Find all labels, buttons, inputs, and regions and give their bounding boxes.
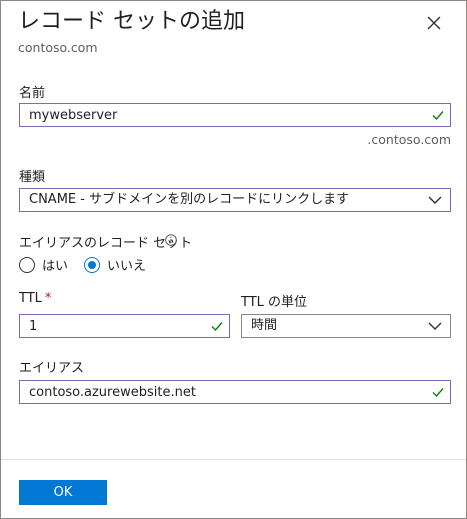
ttl-label-text: TTL bbox=[19, 291, 42, 306]
name-label: 名前 bbox=[19, 86, 46, 101]
name-field-wrapper bbox=[19, 103, 451, 127]
panel-title: レコード セットの追加 bbox=[18, 9, 245, 34]
radio-yes[interactable] bbox=[19, 256, 35, 273]
required-mark: * bbox=[44, 291, 52, 306]
chevron-down-icon bbox=[428, 196, 442, 204]
ok-button[interactable]: OK bbox=[19, 480, 107, 505]
radio-yes-label: はい bbox=[42, 259, 69, 274]
panel-subtitle: contoso.com bbox=[18, 40, 98, 55]
alias-input[interactable] bbox=[20, 381, 450, 403]
ttl-field-wrapper bbox=[19, 314, 230, 338]
type-selected-value: CNAME - サブドメインを別のレコードにリンクします bbox=[29, 192, 350, 207]
radio-no[interactable] bbox=[84, 256, 101, 273]
check-icon bbox=[432, 111, 444, 121]
footer-divider bbox=[1, 459, 466, 460]
type-label: 種類 bbox=[19, 170, 46, 185]
type-dropdown[interactable]: CNAME - サブドメインを別のレコードにリンクします bbox=[19, 188, 451, 212]
ttl-label: TTL * bbox=[19, 291, 51, 306]
ttl-unit-selected-value: 時間 bbox=[251, 318, 278, 333]
info-icon[interactable] bbox=[165, 234, 177, 246]
radio-no-label: いいえ bbox=[107, 259, 147, 274]
ttl-unit-dropdown[interactable]: 時間 bbox=[241, 314, 451, 338]
chevron-down-icon bbox=[428, 322, 442, 330]
close-button[interactable] bbox=[424, 13, 444, 33]
zone-suffix: .contoso.com bbox=[367, 132, 451, 147]
add-record-set-panel: レコード セットの追加 contoso.com 名前 .contoso.com … bbox=[0, 0, 467, 519]
alias-radio-group: はい いいえ bbox=[19, 255, 146, 274]
name-input[interactable] bbox=[20, 104, 450, 126]
radio-option-yes[interactable]: はい bbox=[19, 255, 68, 274]
check-icon bbox=[432, 388, 444, 398]
alias-field-wrapper bbox=[19, 380, 451, 404]
alias-label: エイリアス bbox=[19, 361, 85, 376]
check-icon bbox=[211, 322, 223, 332]
ttl-input[interactable] bbox=[20, 315, 229, 337]
radio-option-no[interactable]: いいえ bbox=[84, 255, 146, 274]
ttl-unit-label: TTL の単位 bbox=[241, 295, 308, 310]
close-icon bbox=[427, 16, 441, 30]
